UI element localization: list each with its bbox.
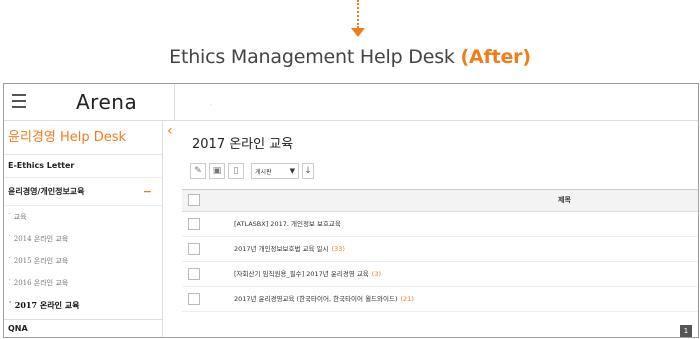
table-row[interactable]: [자회산기 임직원용_필수] 2017년 윤리경영 교육 (3) bbox=[182, 262, 698, 287]
sidebar-subitem-label: 2014 온라인 교육 bbox=[13, 235, 69, 243]
sidebar-item-label: 윤리경영/개인정보교육 bbox=[8, 187, 85, 196]
topbar-divider bbox=[174, 84, 175, 120]
sidebar-item-education-group[interactable]: 윤리경영/개인정보교육 − bbox=[4, 178, 162, 206]
trash-icon[interactable]: ▯ bbox=[228, 163, 244, 179]
sidebar-item-qna[interactable]: QNA bbox=[4, 319, 162, 337]
board-select-value: 게시판 bbox=[255, 168, 272, 176]
row-title-link[interactable]: [ATLASBX] 2017. 개인정보 보호교육 bbox=[234, 212, 344, 236]
page-button[interactable]: 1 bbox=[680, 325, 692, 337]
row-checkbox[interactable] bbox=[188, 218, 200, 230]
table-row[interactable]: 2017년 개인정보보호법 교육 일시 (33) bbox=[182, 237, 698, 262]
caption-accent: (After) bbox=[460, 46, 531, 68]
row-checkbox[interactable] bbox=[188, 243, 200, 255]
table-header: 제목 bbox=[182, 189, 698, 212]
pencil-icon[interactable]: ✎ bbox=[190, 163, 206, 179]
app-window: Arena · 윤리경영 Help Desk E-Ethics Letter 윤… bbox=[3, 83, 699, 338]
row-checkbox[interactable] bbox=[188, 268, 200, 280]
row-title-link[interactable]: [자회산기 임직원용_필수] 2017년 윤리경영 교육 (3) bbox=[234, 262, 381, 286]
select-all-checkbox[interactable] bbox=[188, 194, 200, 206]
comment-count: (33) bbox=[331, 245, 345, 253]
comment-count: (21) bbox=[400, 295, 414, 303]
row-title: 2017년 윤리경영교육 (한국타이어, 한국타이어 월드와이드) bbox=[234, 295, 398, 303]
row-checkbox[interactable] bbox=[188, 293, 200, 305]
row-title: 2017년 개인정보보호법 교육 일시 bbox=[234, 245, 329, 253]
app-logo[interactable]: Arena bbox=[76, 90, 137, 114]
board-select[interactable]: 게시판 ▼ bbox=[251, 163, 299, 179]
sidebar-subitem-label: 2017 온라인 교육 bbox=[14, 300, 80, 310]
menu-icon[interactable] bbox=[12, 94, 26, 108]
main-content: 2017 온라인 교육 ✎ ▣ ▯ 게시판 ▼ ↓ 제목 [ATLASBX] 20… bbox=[182, 121, 698, 337]
chevron-down-icon: ▼ bbox=[289, 167, 295, 175]
sidebar: 윤리경영 Help Desk E-Ethics Letter 윤리경영/개인정보… bbox=[4, 121, 163, 337]
row-title: [ATLASBX] 2017. 개인정보 보호교육 bbox=[234, 220, 341, 228]
sidebar-item-ethics-letter[interactable]: E-Ethics Letter bbox=[4, 155, 162, 178]
caption-main: Ethics Management Help Desk bbox=[169, 46, 461, 68]
sidebar-title[interactable]: 윤리경영 Help Desk bbox=[4, 121, 162, 155]
post-table: 제목 [ATLASBX] 2017. 개인정보 보호교육 2017년 개인정보보… bbox=[182, 189, 698, 312]
sidebar-subitem-label: 2016 온라인 교육 bbox=[13, 279, 69, 287]
connector-dotted-line bbox=[357, 0, 359, 28]
table-row[interactable]: [ATLASBX] 2017. 개인정보 보호교육 bbox=[182, 212, 698, 237]
collapse-minus-icon[interactable]: − bbox=[143, 178, 152, 205]
sidebar-subitem-2014[interactable]: ˙ 2014 온라인 교육 bbox=[4, 228, 162, 250]
sidebar-subitem-label: 2015 온라인 교육 bbox=[13, 257, 69, 265]
down-arrow-icon bbox=[351, 28, 365, 37]
sidebar-item-label: E-Ethics Letter bbox=[8, 161, 75, 170]
page-title: 2017 온라인 교육 bbox=[192, 137, 294, 152]
toolbar: ✎ ▣ ▯ 게시판 ▼ ↓ bbox=[190, 161, 314, 181]
copy-icon[interactable]: ▣ bbox=[209, 163, 225, 179]
topbar-dot: · bbox=[210, 102, 212, 109]
sidebar-subitem-label: 교육 bbox=[13, 213, 27, 221]
sidebar-subitem-2016[interactable]: ˙ 2016 온라인 교육 bbox=[4, 272, 162, 294]
sidebar-subitem-2015[interactable]: ˙ 2015 온라인 교육 bbox=[4, 250, 162, 272]
column-header-title: 제목 bbox=[558, 196, 571, 204]
top-bar: Arena · bbox=[4, 84, 698, 121]
sort-down-icon[interactable]: ↓ bbox=[302, 163, 314, 179]
row-title-link[interactable]: 2017년 개인정보보호법 교육 일시 (33) bbox=[234, 237, 345, 261]
row-title-link[interactable]: 2017년 윤리경영교육 (한국타이어, 한국타이어 월드와이드) (21) bbox=[234, 287, 414, 311]
row-title: [자회산기 임직원용_필수] 2017년 윤리경영 교육 bbox=[234, 270, 369, 278]
table-row[interactable]: 2017년 윤리경영교육 (한국타이어, 한국타이어 월드와이드) (21) bbox=[182, 287, 698, 312]
chevron-left-icon[interactable]: ‹ bbox=[167, 124, 177, 138]
sidebar-subitem-education[interactable]: ˙ 교육 bbox=[4, 206, 162, 228]
caption-heading: Ethics Management Help Desk (After) bbox=[0, 46, 700, 68]
comment-count: (3) bbox=[371, 270, 382, 278]
sidebar-subitem-2017[interactable]: ˙ 2017 온라인 교육 bbox=[4, 294, 162, 316]
